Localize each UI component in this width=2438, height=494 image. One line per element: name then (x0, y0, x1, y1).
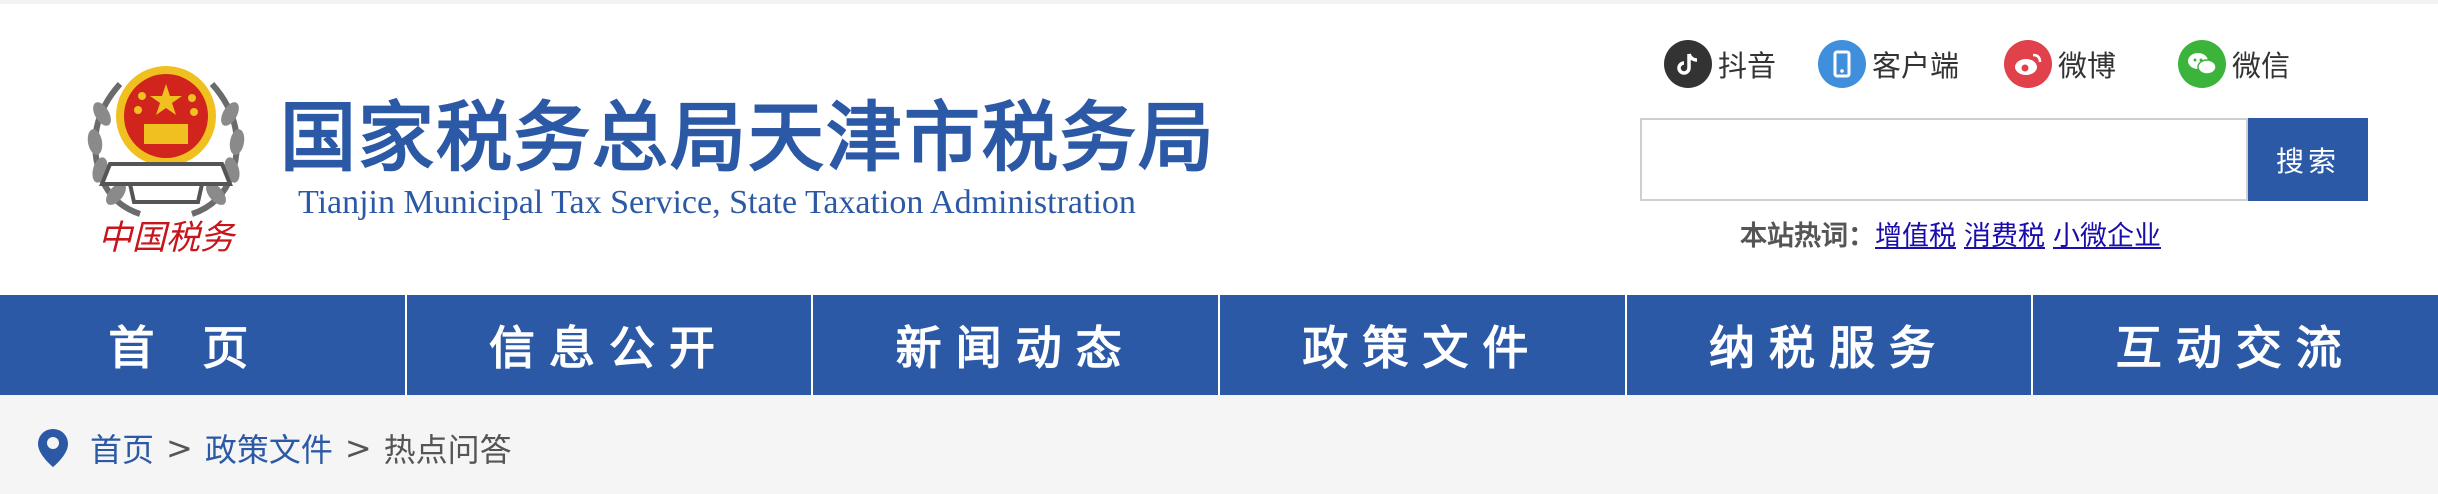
breadcrumb-link-home[interactable]: 首页 (90, 425, 154, 471)
breadcrumb-current: 热点问答 (383, 431, 512, 469)
nav-item-news[interactable]: 新闻动态 (813, 295, 1221, 395)
nav-item-interaction[interactable]: 互动交流 (2033, 295, 2438, 395)
svg-text:中国税务: 中国税务 (98, 218, 237, 258)
site-header: 中国税务 国家税务总局天津市税务局 Tianjin Municipal Tax … (0, 4, 2438, 295)
wechat-icon (2178, 40, 2226, 88)
weibo-icon (2004, 40, 2052, 88)
breadcrumb-link-policy[interactable]: 政策文件 (205, 425, 333, 471)
hot-words-label: 本站热词： (1740, 221, 1875, 252)
social-label: 客户端 (1872, 49, 1960, 83)
nav-item-home[interactable]: 首页 (0, 295, 407, 395)
social-link-douyin[interactable]: 抖音 (1664, 38, 1776, 90)
hot-word-link[interactable]: 消费税 (1964, 221, 2045, 252)
social-link-weibo[interactable]: 微博 (2004, 38, 2116, 90)
breadcrumb-separator: > (166, 429, 193, 467)
social-label: 抖音 (1718, 49, 1777, 83)
nav-item-info-disclosure[interactable]: 信息公开 (407, 295, 814, 395)
mobile-app-icon (1818, 40, 1866, 88)
site-title-en: Tianjin Municipal Tax Service, State Tax… (298, 184, 1136, 221)
social-link-wechat[interactable]: 微信 (2178, 38, 2290, 90)
social-label: 微博 (2058, 49, 2117, 83)
hot-word-link[interactable]: 增值税 (1875, 221, 1956, 252)
breadcrumb: 首页 > 政策文件 > 热点问答 (36, 425, 512, 471)
site-title-cn: 国家税务总局天津市税务局 (280, 93, 1216, 182)
social-label: 微信 (2232, 49, 2291, 83)
hot-words: 本站热词：增值税 消费税 小微企业 (1740, 214, 2169, 253)
breadcrumb-bar: 首页 > 政策文件 > 热点问答 (0, 395, 2438, 494)
nav-item-policy-documents[interactable]: 政策文件 (1220, 295, 1627, 395)
search-button[interactable]: 搜索 (2248, 118, 2368, 201)
social-link-client[interactable]: 客户端 (1818, 38, 1959, 90)
tax-emblem-logo: 中国税务 (87, 66, 245, 258)
search-input[interactable] (1640, 118, 2248, 201)
douyin-icon (1664, 40, 1712, 88)
breadcrumb-separator: > (344, 429, 372, 467)
hot-word-link[interactable]: 小微企业 (2053, 221, 2161, 252)
nav-item-tax-services[interactable]: 纳税服务 (1627, 295, 2034, 395)
main-nav: 首页 信息公开 新闻动态 政策文件 纳税服务 互动交流 (0, 295, 2438, 395)
location-pin-icon (38, 429, 68, 467)
